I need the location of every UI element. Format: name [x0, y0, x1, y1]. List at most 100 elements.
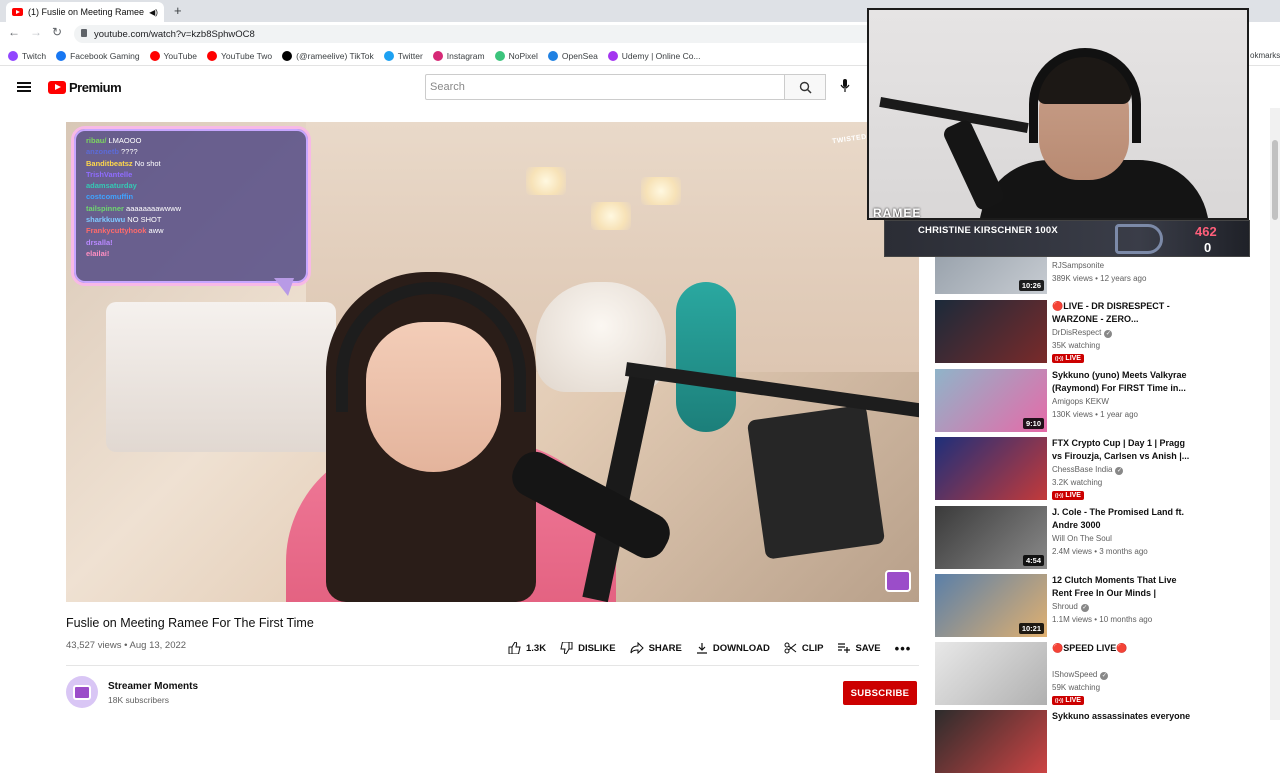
bookmark-item[interactable]: Twitter — [383, 50, 423, 61]
tab-close-icon[interactable]: ✕ — [163, 7, 164, 18]
live-label: LIVE — [1065, 355, 1081, 362]
recommendation-channel-name: RJSampsonite — [1052, 261, 1105, 270]
recommendation-channel-name: IShowSpeed — [1052, 670, 1098, 679]
bookmark-item[interactable]: OpenSea — [547, 50, 598, 61]
recommendation-thumbnail[interactable] — [935, 300, 1047, 363]
bookmark-item[interactable]: (@rameelive) TikTok — [282, 50, 374, 61]
webcam-microphone — [941, 117, 1007, 213]
recommendation-thumbnail[interactable]: 10:21 — [935, 574, 1047, 637]
chat-message: drsalla! — [74, 237, 308, 248]
live-badge: ((•)) LIVE — [1052, 354, 1084, 363]
bookmark-item[interactable]: Facebook Gaming — [56, 50, 140, 61]
video-player[interactable]: ribau/ LMAOOO anzonetb ???? Banditbeatsz N… — [66, 122, 919, 602]
chat-username: Banditbeatsz — [86, 158, 133, 168]
youtube-logo[interactable]: Premium — [48, 80, 122, 95]
recommendation-thumbnail[interactable] — [935, 710, 1047, 773]
download-button[interactable]: DOWNLOAD — [696, 642, 770, 654]
address-bar[interactable]: youtube.com/watch?v=kzb8SphwOC8 — [74, 25, 874, 43]
chat-message: costcomuffin — [74, 191, 308, 202]
chat-message: sharkkuwu NO SHOT — [74, 214, 308, 225]
search-icon — [799, 81, 812, 94]
recommendation-channel[interactable]: ChessBase India ✓ — [1052, 465, 1124, 475]
dislike-button[interactable]: DISLIKE — [560, 642, 616, 654]
bookmark-favicon-icon — [206, 50, 217, 61]
dislike-label: DISLIKE — [578, 642, 616, 654]
save-button[interactable]: SAVE — [837, 642, 881, 654]
channel-watermark-icon[interactable] — [885, 570, 911, 592]
recommendation-channel[interactable]: DrDisRespect ✓ — [1052, 328, 1113, 338]
youtube-favicon-icon — [12, 8, 23, 16]
channel-name[interactable]: Streamer Moments — [108, 681, 198, 692]
bookmark-item[interactable]: Instagram — [432, 50, 485, 61]
new-tab-button[interactable]: + — [174, 3, 182, 18]
clip-label: CLIP — [801, 642, 824, 654]
live-label: LIVE — [1065, 697, 1081, 704]
recommendation-item[interactable]: 9:10 Sykkuno (yuno) Meets Valkyrae (Raymo… — [935, 369, 1235, 433]
tab-audio-icon[interactable]: ◀) — [149, 8, 158, 17]
back-icon[interactable]: ← — [8, 25, 20, 39]
recommendation-thumbnail[interactable]: 4:54 — [935, 506, 1047, 569]
bookmarks-overflow-label[interactable]: okmarks — [1250, 51, 1280, 60]
chat-username: anzonetb — [86, 147, 119, 157]
video-scene-bag — [746, 404, 886, 560]
clip-button[interactable]: CLIP — [784, 642, 824, 654]
reload-icon[interactable]: ↻ — [52, 25, 62, 39]
menu-icon[interactable] — [17, 82, 31, 92]
like-button[interactable]: 1.3K — [508, 642, 546, 654]
chat-text: aaaaaaaawwww — [126, 203, 182, 213]
recommendation-channel[interactable]: Will On The Soul — [1052, 534, 1112, 543]
channel-avatar[interactable] — [66, 676, 98, 708]
chat-text: No shot — [134, 158, 161, 168]
page-scrollbar-thumb[interactable] — [1272, 140, 1278, 220]
recommendation-thumbnail[interactable] — [935, 437, 1047, 500]
browser-tab-active[interactable]: (1) Fuslie on Meeting Ramee ◀) ✕ — [6, 2, 164, 22]
subscribe-button[interactable]: SUBSCRIBE — [843, 681, 917, 705]
video-scene-teal-object — [676, 282, 736, 432]
recommendation-channel[interactable]: IShowSpeed ✓ — [1052, 670, 1109, 680]
chat-message: anzonetb ???? — [74, 146, 308, 157]
search-button[interactable] — [784, 74, 826, 100]
recommendation-item[interactable]: 4:54 J. Cole - The Promised Land ft. Andr… — [935, 506, 1235, 570]
bookmark-favicon-icon — [547, 50, 558, 61]
recommendation-thumbnail[interactable] — [935, 642, 1047, 705]
recommendation-title[interactable]: 12 Clutch Moments That Live Rent Free In… — [1052, 574, 1192, 600]
recommendation-item[interactable]: FTX Crypto Cup | Day 1 | Pragg vs Firouz… — [935, 437, 1235, 501]
webcam-overlay: RAMEE — [867, 8, 1249, 220]
recommendation-item[interactable]: 🔴SPEED LIVE🔴 IShowSpeed ✓ 59K watching ((•))… — [935, 642, 1235, 706]
recommendation-item[interactable]: 🔴LIVE - DR DISRESPECT - WARZONE - ZERO..… — [935, 300, 1235, 364]
video-title: Fuslie on Meeting Ramee For The First Ti… — [66, 616, 314, 630]
video-duration: 4:54 — [1022, 555, 1044, 566]
recommendation-item[interactable]: 10:21 12 Clutch Moments That Live Rent Fr… — [935, 574, 1235, 638]
chat-username: ribau/ — [86, 136, 107, 145]
search-input[interactable]: Search — [425, 74, 785, 100]
bookmark-item[interactable]: YouTube — [149, 50, 197, 61]
recommendation-thumbnail[interactable]: 10:26 — [935, 257, 1047, 294]
recommendation-item[interactable]: 10:26 RJSampsonite 389K views • 12 years a… — [935, 257, 1235, 294]
recommendation-channel[interactable]: Shroud ✓ — [1052, 602, 1089, 612]
share-button[interactable]: SHARE — [630, 642, 682, 654]
live-label: LIVE — [1065, 492, 1081, 499]
download-icon — [696, 643, 707, 654]
recommendation-title[interactable]: FTX Crypto Cup | Day 1 | Pragg vs Firouz… — [1052, 437, 1192, 462]
recommendation-title[interactable]: 🔴SPEED LIVE🔴 — [1052, 642, 1192, 655]
recommendation-channel[interactable]: RJSampsonite — [1052, 261, 1104, 270]
recommendation-title[interactable]: 🔴LIVE - DR DISRESPECT - WARZONE - ZERO..… — [1052, 300, 1192, 325]
divider — [66, 665, 919, 666]
bookmark-item[interactable]: YouTube Two — [206, 50, 272, 61]
recommendation-title[interactable]: Sykkuno assassinates everyone — [1052, 710, 1192, 723]
bookmark-item[interactable]: Udemy | Online Co... — [607, 50, 701, 61]
more-actions-button[interactable]: ••• — [895, 641, 912, 656]
bookmark-item[interactable]: Twitch — [8, 50, 46, 61]
forward-icon[interactable]: → — [30, 25, 42, 39]
playlist-add-icon — [838, 643, 851, 653]
voice-search-button[interactable] — [838, 79, 852, 95]
bookmark-item[interactable]: NoPixel — [494, 50, 538, 61]
more-icon: ••• — [894, 640, 912, 656]
recommendation-title[interactable]: Sykkuno (yuno) Meets Valkyrae (Raymond) … — [1052, 369, 1192, 394]
tab-title: (1) Fuslie on Meeting Ramee — [28, 7, 145, 17]
bookmark-favicon-icon — [282, 50, 293, 61]
recommendation-channel[interactable]: Amigops KEKW — [1052, 397, 1109, 406]
recommendation-thumbnail[interactable]: 9:10 — [935, 369, 1047, 432]
bookmark-favicon-icon — [383, 50, 394, 61]
recommendation-title[interactable]: J. Cole - The Promised Land ft. Andre 30… — [1052, 506, 1192, 531]
